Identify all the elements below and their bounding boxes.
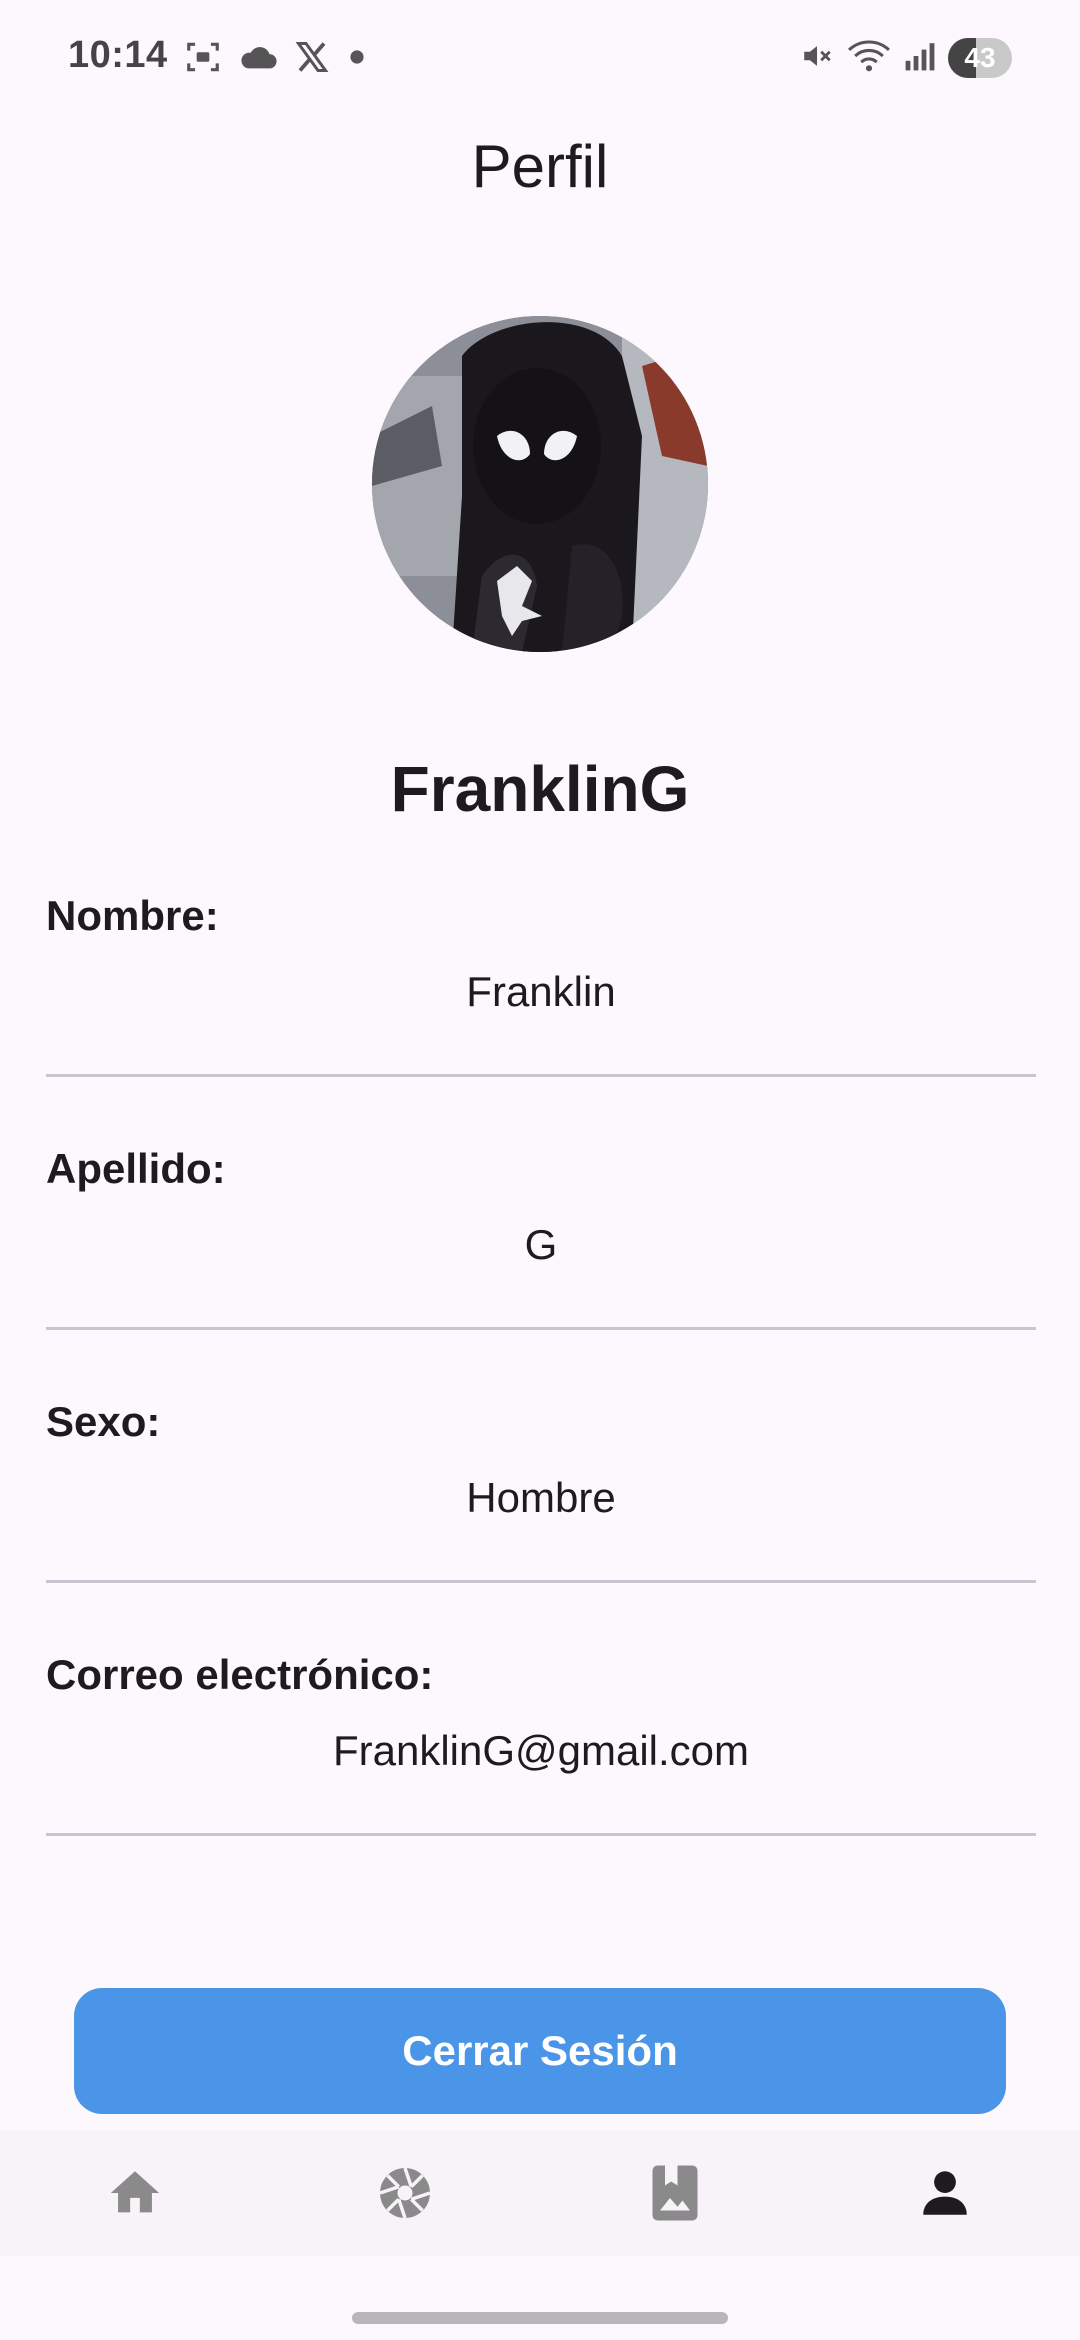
field-label: Apellido: xyxy=(46,1145,226,1192)
vibrate-mute-icon xyxy=(800,39,834,78)
field-value: G xyxy=(524,1221,558,1268)
nav-item-camera[interactable] xyxy=(270,2130,540,2256)
status-time: 10:14 xyxy=(68,34,168,76)
signal-icon xyxy=(904,40,936,77)
field-apellido: Apellido: G xyxy=(46,1145,1036,1385)
field-correo: Correo electrónico: FranklinG@gmail.com xyxy=(46,1651,1036,1891)
x-logo-icon xyxy=(294,39,330,75)
status-left-icons xyxy=(184,38,368,76)
divider xyxy=(46,1074,1036,1077)
nav-item-profile[interactable] xyxy=(810,2130,1080,2256)
field-value: Franklin xyxy=(466,968,616,1015)
wifi-icon xyxy=(846,39,892,78)
field-label: Sexo: xyxy=(46,1398,161,1445)
field-nombre: Nombre: Franklin xyxy=(46,892,1036,1132)
status-bar: 10:14 43 xyxy=(0,0,1080,120)
screenshot-icon xyxy=(184,38,222,76)
camera-shutter-icon xyxy=(375,2163,435,2223)
avatar-image xyxy=(372,316,708,652)
field-value: Hombre xyxy=(466,1474,616,1521)
cloud-icon xyxy=(238,42,278,72)
field-label: Nombre: xyxy=(46,892,219,939)
logout-button[interactable]: Cerrar Sesión xyxy=(74,1988,1006,2114)
home-indicator[interactable] xyxy=(352,2312,728,2324)
person-icon xyxy=(916,2164,974,2222)
notification-dot-icon xyxy=(346,46,368,68)
battery-level-text: 43 xyxy=(964,42,996,73)
status-right-icons: 43 xyxy=(800,38,1012,78)
field-value: FranklinG@gmail.com xyxy=(332,1727,750,1774)
photo-bookmark-icon xyxy=(647,2163,703,2223)
divider xyxy=(46,1580,1036,1583)
profile-screen: 10:14 43 Perfil FranklinG Nombre: Frankl… xyxy=(0,0,1080,2340)
divider xyxy=(46,1327,1036,1330)
bottom-nav xyxy=(0,2130,1080,2256)
field-label: Correo electrónico: xyxy=(46,1651,434,1698)
divider xyxy=(46,1833,1036,1836)
field-sexo: Sexo: Hombre xyxy=(46,1398,1036,1638)
nav-item-home[interactable] xyxy=(0,2130,270,2256)
profile-username: FranklinG xyxy=(390,753,690,825)
nav-item-gallery[interactable] xyxy=(540,2130,810,2256)
home-icon xyxy=(106,2164,164,2222)
page-title: Perfil xyxy=(471,133,609,200)
battery-icon: 43 xyxy=(948,38,1012,78)
